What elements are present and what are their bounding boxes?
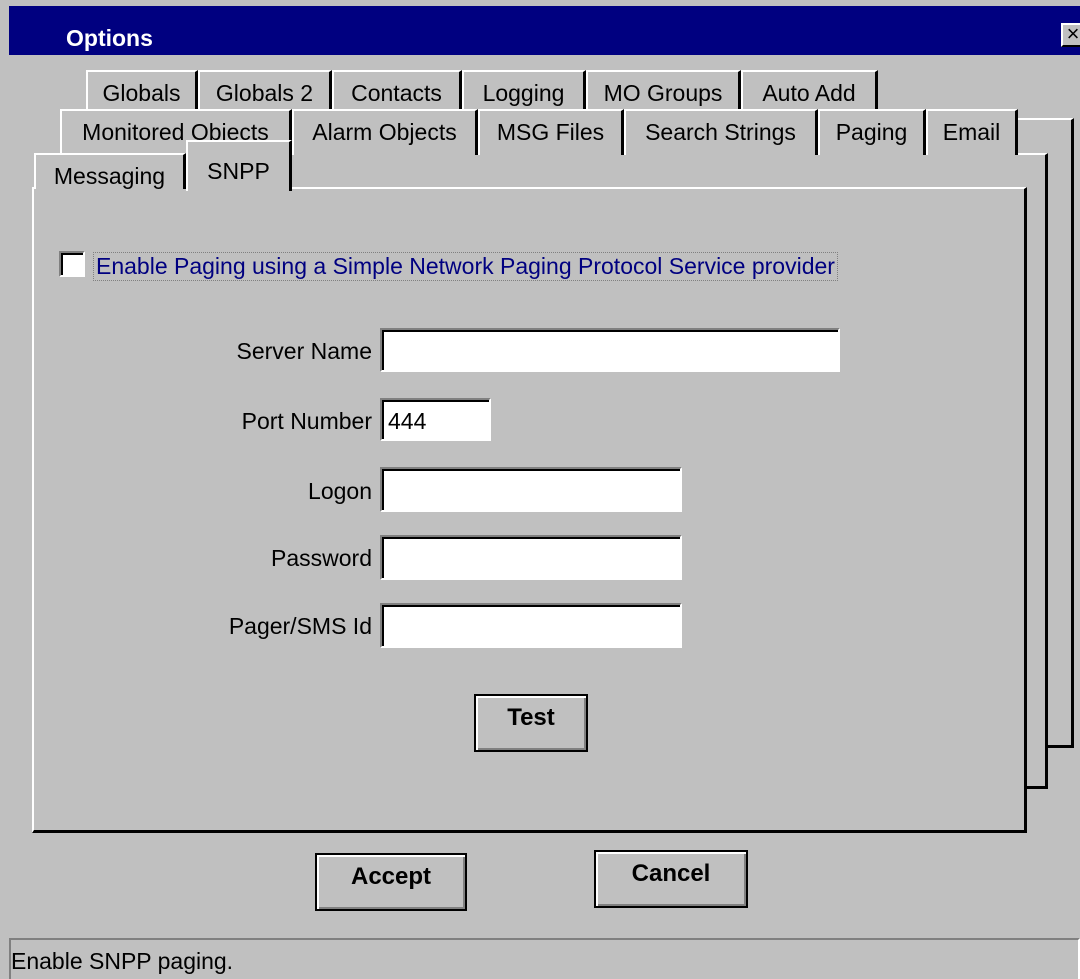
password-input[interactable] bbox=[380, 535, 682, 580]
port-number-input[interactable] bbox=[380, 398, 491, 441]
tab-label: Contacts bbox=[351, 80, 442, 106]
tab-label: SNPP bbox=[207, 158, 270, 184]
accept-button-label: Accept bbox=[350, 863, 432, 890]
close-icon[interactable]: × bbox=[1061, 23, 1080, 47]
tab-snpp[interactable]: SNPP bbox=[186, 140, 292, 191]
status-text: Enable SNPP paging. bbox=[11, 948, 234, 974]
title-bar[interactable]: Options × bbox=[9, 6, 1080, 55]
test-button[interactable]: Test bbox=[474, 694, 588, 752]
cancel-button[interactable]: Cancel bbox=[594, 850, 748, 908]
pager-id-input[interactable] bbox=[380, 603, 682, 648]
options-dialog: Options × Globals Globals 2 Contacts Log… bbox=[0, 0, 1080, 979]
status-bar: Enable SNPP paging. bbox=[9, 938, 1080, 979]
test-button-label: Test bbox=[507, 704, 555, 731]
tab-label: Search Strings bbox=[645, 119, 796, 145]
pager-id-label: Pager/SMS Id bbox=[228, 613, 372, 639]
tab-label: Messaging bbox=[53, 163, 166, 189]
tab-search-strings[interactable]: Search Strings bbox=[624, 109, 818, 155]
tab-label: MSG Files bbox=[496, 119, 605, 145]
cancel-button-label: Cancel bbox=[631, 860, 711, 887]
accept-button[interactable]: Accept bbox=[315, 853, 467, 911]
tab-label: Email bbox=[942, 119, 1001, 145]
tab-alarm-objects[interactable]: Alarm Objects bbox=[292, 109, 478, 155]
enable-snpp-label[interactable]: Enable Paging using a Simple Network Pag… bbox=[93, 252, 838, 281]
tab-label: Alarm Objects bbox=[312, 119, 457, 145]
server-name-input[interactable] bbox=[380, 328, 840, 372]
enable-snpp-checkbox[interactable] bbox=[59, 251, 85, 277]
tab-label: Paging bbox=[835, 119, 908, 145]
tab-label: Auto Add bbox=[762, 80, 856, 106]
tab-msg-files[interactable]: MSG Files bbox=[478, 109, 624, 155]
tab-label: Logging bbox=[482, 80, 565, 106]
tab-messaging[interactable]: Messaging bbox=[34, 153, 186, 189]
logon-input[interactable] bbox=[380, 467, 682, 512]
window-title: Options bbox=[66, 25, 153, 51]
tab-email[interactable]: Email bbox=[926, 109, 1018, 155]
port-number-label: Port Number bbox=[241, 408, 372, 434]
password-label: Password bbox=[271, 545, 372, 571]
logon-label: Logon bbox=[308, 478, 372, 504]
tab-label: Globals 2 bbox=[215, 80, 314, 106]
server-name-label: Server Name bbox=[236, 338, 372, 364]
tab-label: MO Groups bbox=[603, 80, 723, 106]
tab-label: Globals bbox=[102, 80, 181, 106]
tab-paging[interactable]: Paging bbox=[818, 109, 926, 155]
